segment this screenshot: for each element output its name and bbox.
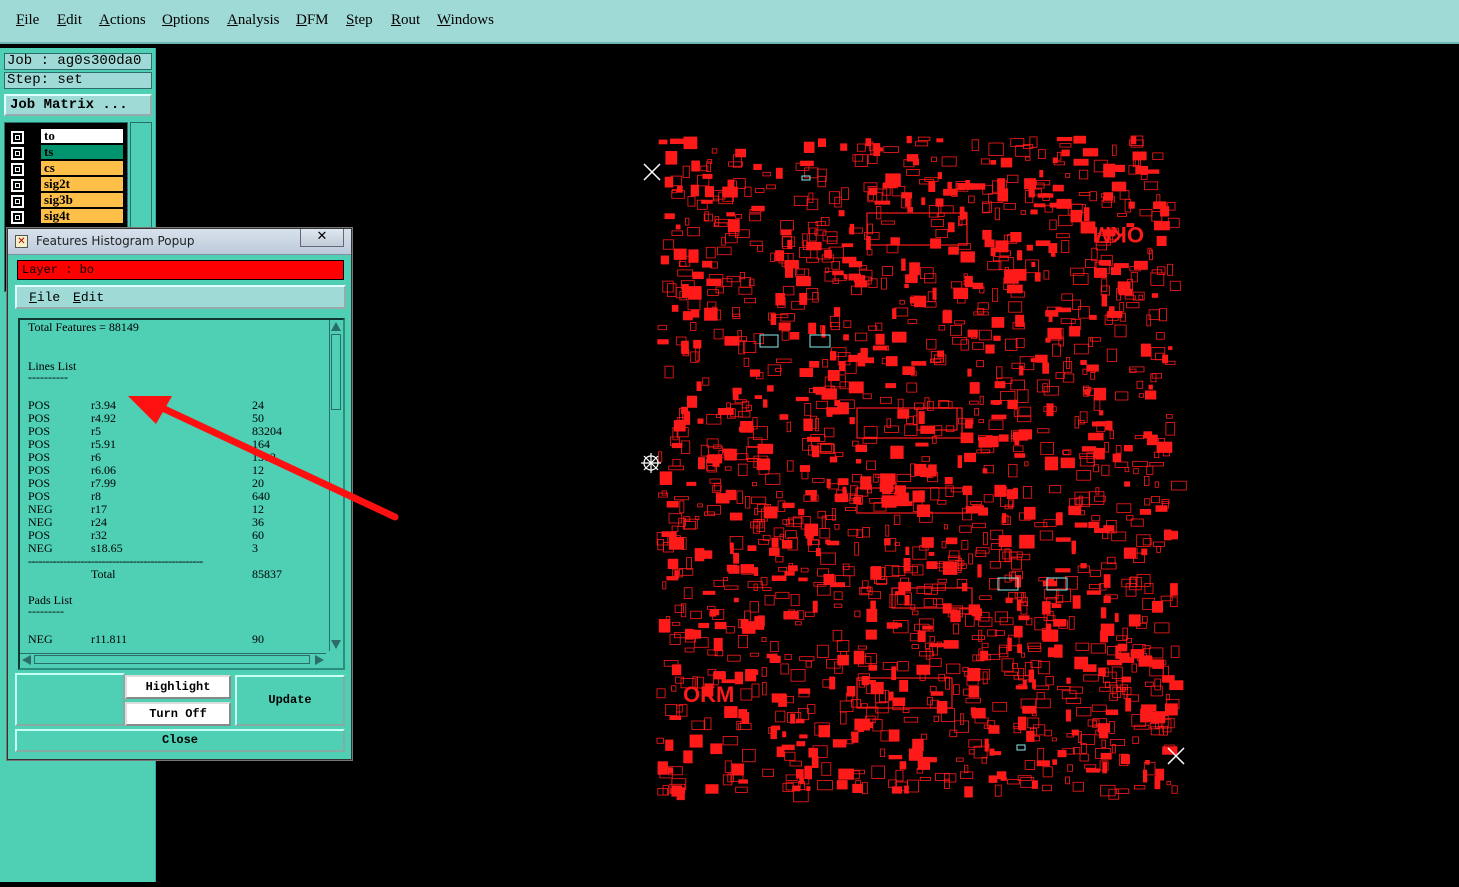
- menu-options[interactable]: Options: [162, 12, 210, 29]
- layer-row-sig2t[interactable]: sig2t: [7, 177, 125, 192]
- job-label: Job : ag0s300da0: [4, 53, 152, 70]
- lines-underline: ----------: [28, 370, 68, 384]
- scroll-thumb[interactable]: [331, 334, 341, 410]
- histogram-horizontal-scrollbar[interactable]: [20, 653, 326, 666]
- graphic-canvas[interactable]: OKM OKM: [157, 48, 1459, 882]
- scroll-thumb[interactable]: [34, 655, 310, 664]
- menu-edit[interactable]: Edit: [57, 12, 82, 29]
- app-window-icon: ✕: [15, 235, 28, 248]
- pads-underline: ---------: [28, 604, 64, 618]
- layer-name: sig3b: [41, 193, 123, 207]
- checkbox-icon[interactable]: [11, 131, 24, 144]
- turn-off-button[interactable]: Turn Off: [125, 702, 231, 726]
- layer-name: sig4t: [41, 209, 123, 223]
- layer-row-sig3b[interactable]: sig3b: [7, 193, 125, 208]
- layer-name: sig2t: [41, 177, 123, 191]
- pad-row-sym: r11.811: [91, 632, 128, 646]
- job-matrix-button[interactable]: Job Matrix ...: [4, 94, 152, 116]
- total-value: 85837: [252, 567, 282, 581]
- highlight-button[interactable]: Highlight: [125, 675, 231, 699]
- layer-row-sig4t[interactable]: sig4t: [7, 209, 125, 224]
- menu-actions[interactable]: Actions: [99, 12, 146, 29]
- total-label: Total: [91, 567, 116, 581]
- board-text-okm-bottom: OKM: [683, 682, 734, 707]
- close-button[interactable]: Close: [15, 729, 345, 752]
- button-spacer: [15, 673, 125, 726]
- total-features: Total Features = 88149: [28, 320, 139, 334]
- current-layer-label: Layer : bo: [17, 260, 344, 280]
- pad-row-pol: NEG: [28, 632, 53, 646]
- popup-menubar: File Edit: [15, 285, 346, 309]
- histogram-text: Total Features = 88149 Lines List ------…: [20, 320, 327, 650]
- popup-close-button[interactable]: ✕: [300, 229, 344, 247]
- menu-windows[interactable]: Windows: [437, 12, 494, 29]
- menu-analysis[interactable]: Analysis: [227, 12, 280, 29]
- layer-name: to: [41, 129, 123, 143]
- histogram-vertical-scrollbar[interactable]: [329, 320, 343, 651]
- layer-row-ts[interactable]: ts: [7, 145, 125, 160]
- layer-name: cs: [41, 161, 123, 175]
- pad-row-count: 90: [252, 632, 264, 646]
- checkbox-icon[interactable]: [11, 147, 24, 160]
- menu-file[interactable]: File: [16, 12, 39, 29]
- menu-step[interactable]: Step: [346, 12, 373, 29]
- update-button[interactable]: Update: [235, 675, 345, 726]
- checkbox-icon[interactable]: [11, 163, 24, 176]
- histogram-list[interactable]: Total Features = 88149 Lines List ------…: [18, 318, 345, 670]
- scroll-up-arrow-icon[interactable]: [331, 322, 341, 331]
- layer-row-cs[interactable]: cs: [7, 161, 125, 176]
- menu-dfm[interactable]: DFM: [296, 12, 329, 29]
- scroll-down-arrow-icon[interactable]: [331, 640, 341, 649]
- scroll-left-arrow-icon[interactable]: [22, 655, 31, 665]
- pcb-board-view: OKM OKM: [641, 135, 1187, 803]
- step-label: Step: set: [4, 72, 152, 89]
- layer-row-to[interactable]: to: [7, 129, 125, 144]
- checkbox-icon[interactable]: [11, 211, 24, 224]
- popup-menu-edit[interactable]: Edit: [73, 290, 104, 305]
- scroll-right-arrow-icon[interactable]: [315, 655, 324, 665]
- main-menubar: File Edit Actions Options Analysis DFM S…: [0, 0, 1459, 44]
- popup-title: Features Histogram Popup: [36, 234, 195, 248]
- checkbox-icon[interactable]: [11, 179, 24, 192]
- menu-rout[interactable]: Rout: [391, 12, 420, 29]
- layer-name: ts: [41, 145, 123, 159]
- origin-crosshair-icon: [641, 453, 661, 473]
- datum-cross-icon: [643, 163, 661, 181]
- line-row-count: 3: [252, 541, 258, 555]
- popup-menu-file[interactable]: File: [29, 290, 60, 305]
- features-histogram-popup: ✕ Features Histogram Popup ✕ Layer : bo …: [7, 228, 352, 760]
- board-text-okm-top: OKM: [1093, 222, 1144, 247]
- checkbox-icon[interactable]: [11, 195, 24, 208]
